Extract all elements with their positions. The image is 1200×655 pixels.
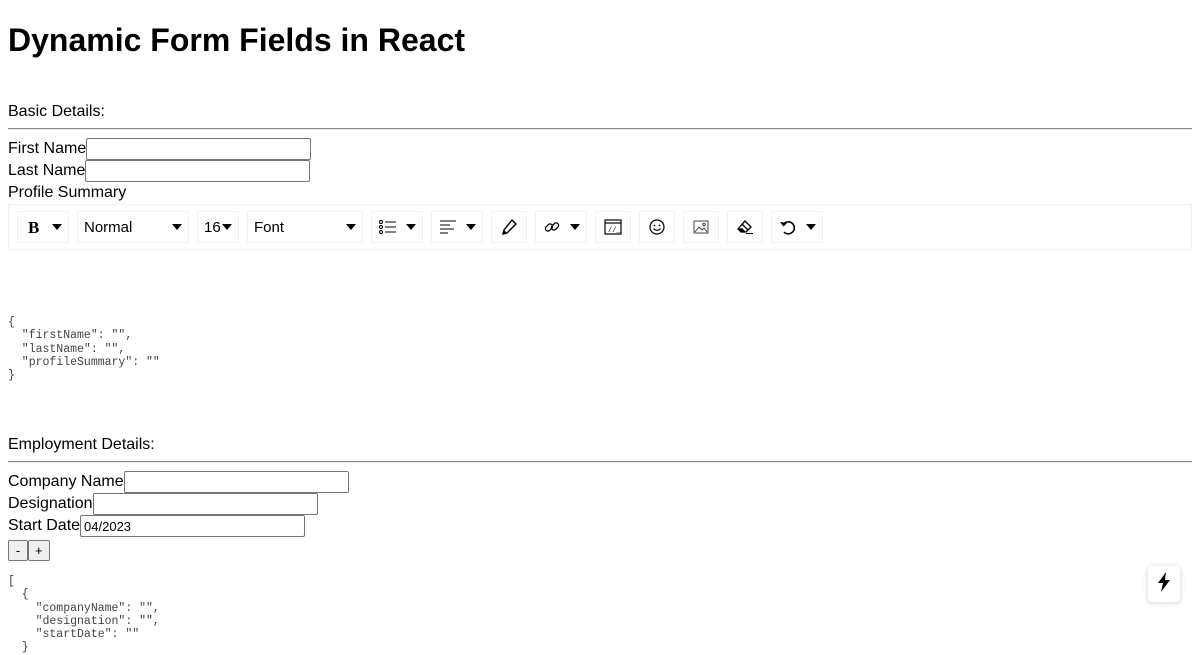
profile-summary-label: Profile Summary [8,184,127,201]
image-icon [691,217,711,237]
profile-summary-editor[interactable] [8,250,1192,316]
last-name-label: Last Name [8,162,86,179]
list-icon [378,217,398,237]
start-date-input[interactable] [80,515,306,537]
emoji-icon [647,217,667,237]
basic-divider [8,128,1192,130]
emoji-button[interactable] [639,211,675,243]
list-dropdown[interactable] [371,211,423,243]
employment-controls: - + [8,540,1192,562]
bold-icon: B [24,217,44,237]
font-family-value: Font [254,218,285,236]
svg-text://_: //_ [608,227,621,235]
block-type-value: Normal [84,218,133,236]
employment-json-preview: [ { "companyName": "", "designation": ""… [8,575,160,655]
font-size-dropdown[interactable]: 16 [197,211,239,243]
last-name-row: Last Name [8,160,1192,182]
inline-style-dropdown[interactable]: B [17,211,69,243]
employment-divider [8,461,1192,463]
font-size-value: 16 [204,218,221,236]
company-name-label: Company Name [8,473,124,490]
company-name-row: Company Name [8,471,1192,493]
chevron-down-icon [172,224,182,230]
employment-details-heading: Employment Details: [8,436,155,453]
add-employment-button[interactable]: + [28,540,50,561]
color-picker-button[interactable] [491,211,527,243]
bolt-button[interactable] [1148,566,1180,602]
page-title: Dynamic Form Fields in React [8,22,466,58]
image-button[interactable] [683,211,719,243]
svg-text:B: B [28,219,39,235]
designation-input[interactable] [92,493,318,515]
history-dropdown[interactable] [771,211,823,243]
eraser-icon [735,217,755,237]
company-name-input[interactable] [123,471,349,493]
link-dropdown[interactable] [535,211,587,243]
first-name-label: First Name [8,140,87,157]
color-picker-icon [499,217,519,237]
start-date-label: Start Date [8,517,81,534]
embed-icon: //_ [603,217,623,237]
designation-label: Designation [8,495,93,512]
link-icon [542,217,562,237]
eraser-button[interactable] [727,211,763,243]
chevron-down-icon [346,224,356,230]
chevron-down-icon [222,224,232,230]
designation-row: Designation [8,493,1192,515]
chevron-down-icon [406,224,416,230]
embed-button[interactable]: //_ [595,211,631,243]
basic-details-json-preview: { "firstName": "", "lastName": "", "prof… [8,316,160,383]
chevron-down-icon [52,224,62,230]
chevron-down-icon [570,224,580,230]
undo-icon [778,217,798,237]
first-name-row: First Name [8,138,1192,160]
start-date-row: Start Date [8,515,1192,537]
block-type-dropdown[interactable]: Normal [77,211,189,243]
basic-details-heading: Basic Details: [8,103,105,120]
chevron-down-icon [466,224,476,230]
first-name-input[interactable] [86,138,312,160]
page: Dynamic Form Fields in React Basic Detai… [0,0,1200,655]
rich-text-toolbar: B Normal 16 Font //_ [8,204,1192,250]
font-family-dropdown[interactable]: Font [247,211,363,243]
last-name-input[interactable] [85,160,311,182]
text-align-dropdown[interactable] [431,211,483,243]
lightning-bolt-icon [1157,571,1171,597]
remove-employment-button[interactable]: - [8,540,28,561]
chevron-down-icon [806,224,816,230]
align-left-icon [438,217,458,237]
